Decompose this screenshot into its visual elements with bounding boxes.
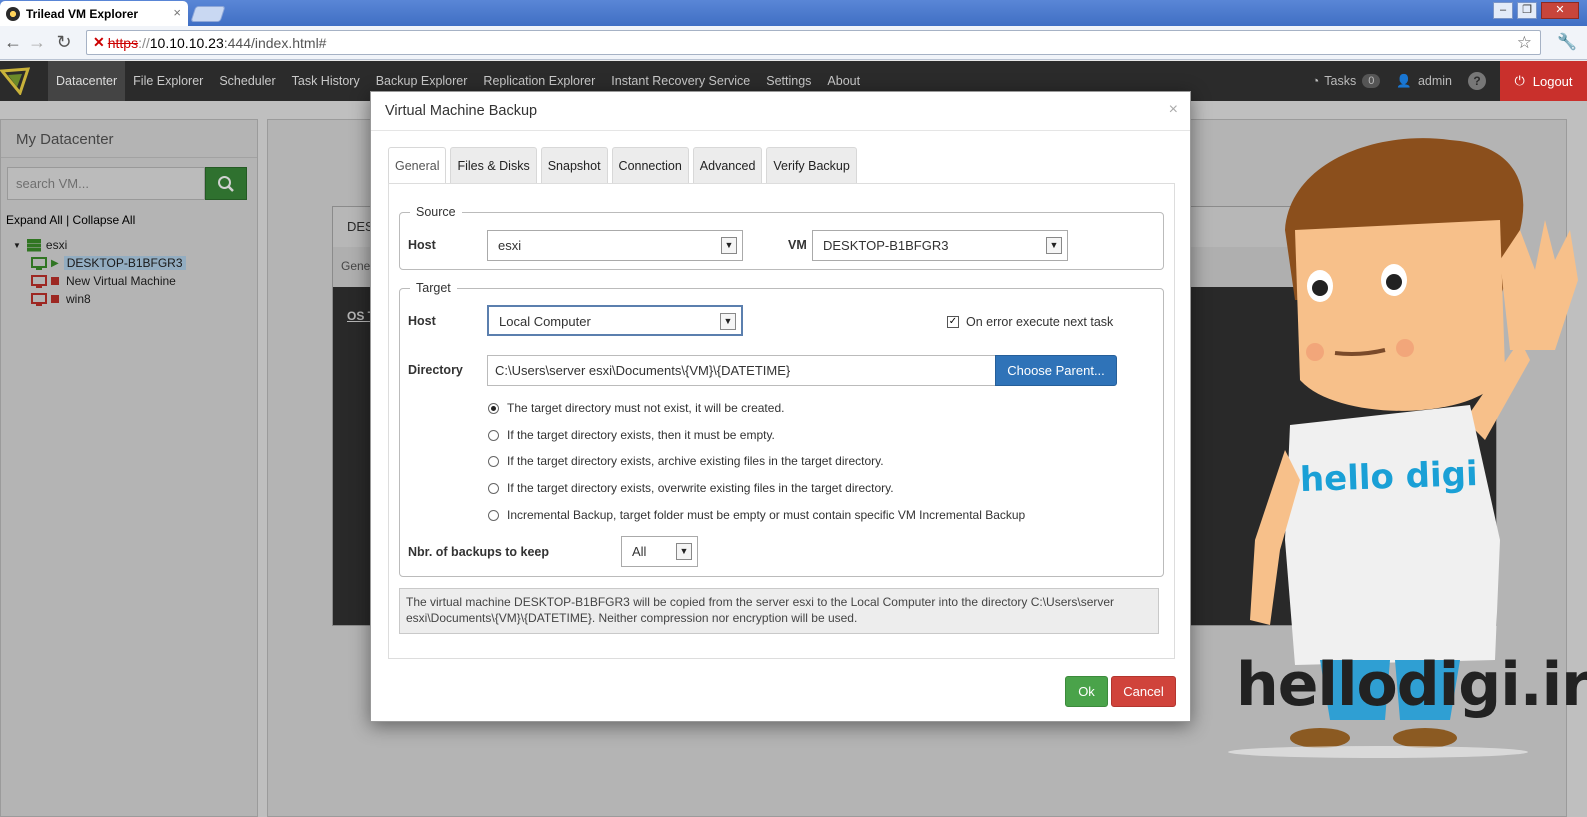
tasks-count-badge: 0 bbox=[1362, 74, 1381, 88]
logout-button[interactable]: ⏻ Logout bbox=[1500, 61, 1587, 101]
radio-option-create[interactable]: The target directory must not exist, it … bbox=[488, 401, 784, 415]
tab-files-disks[interactable]: Files & Disks bbox=[450, 147, 537, 184]
dropdown-arrow-icon: ▼ bbox=[720, 313, 736, 330]
tab-connection[interactable]: Connection bbox=[611, 147, 689, 184]
menu-file-explorer[interactable]: File Explorer bbox=[125, 61, 211, 101]
radio-icon bbox=[488, 429, 499, 441]
radio-option-archive[interactable]: If the target directory exists, archive … bbox=[488, 454, 884, 468]
ok-button[interactable]: Ok bbox=[1065, 676, 1108, 707]
bookmark-star-icon[interactable]: ☆ bbox=[1517, 33, 1532, 53]
tasks-label: Tasks bbox=[1324, 74, 1357, 88]
checkbox-checked-icon: ✓ bbox=[947, 316, 959, 328]
back-icon[interactable]: ← bbox=[2, 32, 24, 53]
tab-general[interactable]: General bbox=[388, 147, 447, 184]
radio-selected-icon bbox=[488, 402, 499, 414]
dropdown-arrow-icon: ▼ bbox=[1046, 237, 1062, 254]
menu-scheduler[interactable]: Scheduler bbox=[211, 61, 283, 101]
tab-close-icon[interactable]: × bbox=[173, 5, 181, 20]
tasks-button[interactable]: ◔ Tasks 0 bbox=[1312, 74, 1381, 88]
directory-label: Directory bbox=[408, 363, 463, 377]
dropdown-arrow-icon: ▼ bbox=[721, 237, 737, 254]
url-host: 10.10.10.23 bbox=[149, 34, 224, 51]
radio-icon bbox=[488, 482, 499, 494]
wrench-icon[interactable]: 🔧 bbox=[1557, 32, 1577, 52]
dialog-tabs: General Files & Disks Snapshot Connectio… bbox=[388, 147, 861, 184]
source-host-label: Host bbox=[408, 238, 436, 252]
tab-verify-backup[interactable]: Verify Backup bbox=[766, 147, 857, 184]
target-host-label: Host bbox=[408, 314, 436, 328]
url-protocol: https bbox=[107, 34, 139, 51]
url-path: :444/index.html# bbox=[223, 34, 327, 51]
target-host-value: Local Computer bbox=[499, 314, 591, 329]
radio-option-empty[interactable]: If the target directory exists, then it … bbox=[488, 428, 775, 442]
forward-icon[interactable]: → bbox=[26, 32, 48, 53]
source-host-value: esxi bbox=[498, 238, 522, 253]
new-tab-button[interactable] bbox=[190, 6, 226, 22]
menu-datacenter[interactable]: Datacenter bbox=[48, 61, 126, 101]
browser-toolbar: ← → ↻ ✕ https :// 10.10.10.23 :444/index… bbox=[0, 26, 1587, 60]
radio-icon bbox=[488, 455, 499, 467]
keep-value: All bbox=[632, 544, 647, 559]
dialog-close-icon[interactable]: × bbox=[1169, 101, 1178, 119]
gauge-icon: ◔ bbox=[1311, 74, 1320, 88]
target-legend: Target bbox=[416, 281, 451, 295]
summary-text: The virtual machine DESKTOP-B1BFGR3 will… bbox=[399, 588, 1159, 634]
source-vm-label: VM bbox=[788, 238, 807, 252]
radio-option-incremental[interactable]: Incremental Backup, target folder must b… bbox=[488, 508, 1025, 522]
source-vm-select[interactable]: DESKTOP-B1BFGR3 ▼ bbox=[812, 230, 1068, 261]
window-controls: – ❐ ✕ bbox=[1493, 2, 1579, 19]
reload-icon[interactable]: ↻ bbox=[53, 32, 75, 53]
user-menu[interactable]: 👤 admin bbox=[1396, 74, 1452, 89]
dropdown-arrow-icon: ▼ bbox=[676, 543, 692, 560]
cancel-button[interactable]: Cancel bbox=[1111, 676, 1176, 707]
watermark-site-text: hellodigi.ir bbox=[1236, 650, 1587, 720]
choose-parent-button[interactable]: Choose Parent... bbox=[995, 355, 1117, 386]
insecure-icon: ✕ bbox=[93, 34, 105, 50]
directory-input[interactable]: C:\Users\server esxi\Documents\{VM}\{DAT… bbox=[487, 355, 997, 386]
keep-select[interactable]: All ▼ bbox=[621, 536, 698, 567]
radio-icon bbox=[488, 509, 499, 521]
tab-snapshot[interactable]: Snapshot bbox=[540, 147, 608, 184]
radio-option-overwrite[interactable]: If the target directory exists, overwrit… bbox=[488, 481, 894, 495]
help-icon[interactable]: ? bbox=[1468, 72, 1486, 90]
restore-icon[interactable]: ❐ bbox=[1517, 2, 1537, 19]
app-logo-icon bbox=[0, 67, 30, 95]
browser-tab[interactable]: Trilead VM Explorer × bbox=[0, 1, 188, 26]
logout-label: Logout bbox=[1532, 73, 1573, 89]
dialog-title: Virtual Machine Backup bbox=[385, 103, 538, 119]
power-icon: ⏻ bbox=[1514, 73, 1525, 88]
user-name: admin bbox=[1417, 74, 1452, 88]
source-legend: Source bbox=[416, 205, 456, 219]
address-bar[interactable]: ✕ https :// 10.10.10.23 :444/index.html#… bbox=[86, 30, 1541, 55]
source-host-select[interactable]: esxi ▼ bbox=[487, 230, 743, 261]
vm-backup-dialog: Virtual Machine Backup × General Files &… bbox=[370, 91, 1191, 722]
minimize-icon[interactable]: – bbox=[1493, 2, 1513, 19]
favicon-icon bbox=[6, 6, 20, 21]
source-vm-value: DESKTOP-B1BFGR3 bbox=[823, 238, 949, 253]
user-icon: 👤 bbox=[1396, 73, 1412, 88]
on-error-checkbox[interactable]: ✓ On error execute next task bbox=[947, 315, 1113, 329]
tab-title: Trilead VM Explorer bbox=[26, 6, 139, 21]
browser-titlebar: Trilead VM Explorer × – ❐ ✕ bbox=[0, 0, 1587, 26]
on-error-label: On error execute next task bbox=[966, 315, 1114, 329]
user-nav: ◔ Tasks 0 👤 admin ? ⏻ Logout bbox=[1312, 61, 1587, 101]
target-host-select[interactable]: Local Computer ▼ bbox=[487, 305, 743, 336]
window-close-icon[interactable]: ✕ bbox=[1541, 2, 1579, 19]
keep-label: Nbr. of backups to keep bbox=[408, 545, 550, 559]
shirt-text: hello digi bbox=[1299, 454, 1478, 500]
tab-advanced[interactable]: Advanced bbox=[692, 147, 763, 184]
menu-task-history[interactable]: Task History bbox=[284, 61, 368, 101]
